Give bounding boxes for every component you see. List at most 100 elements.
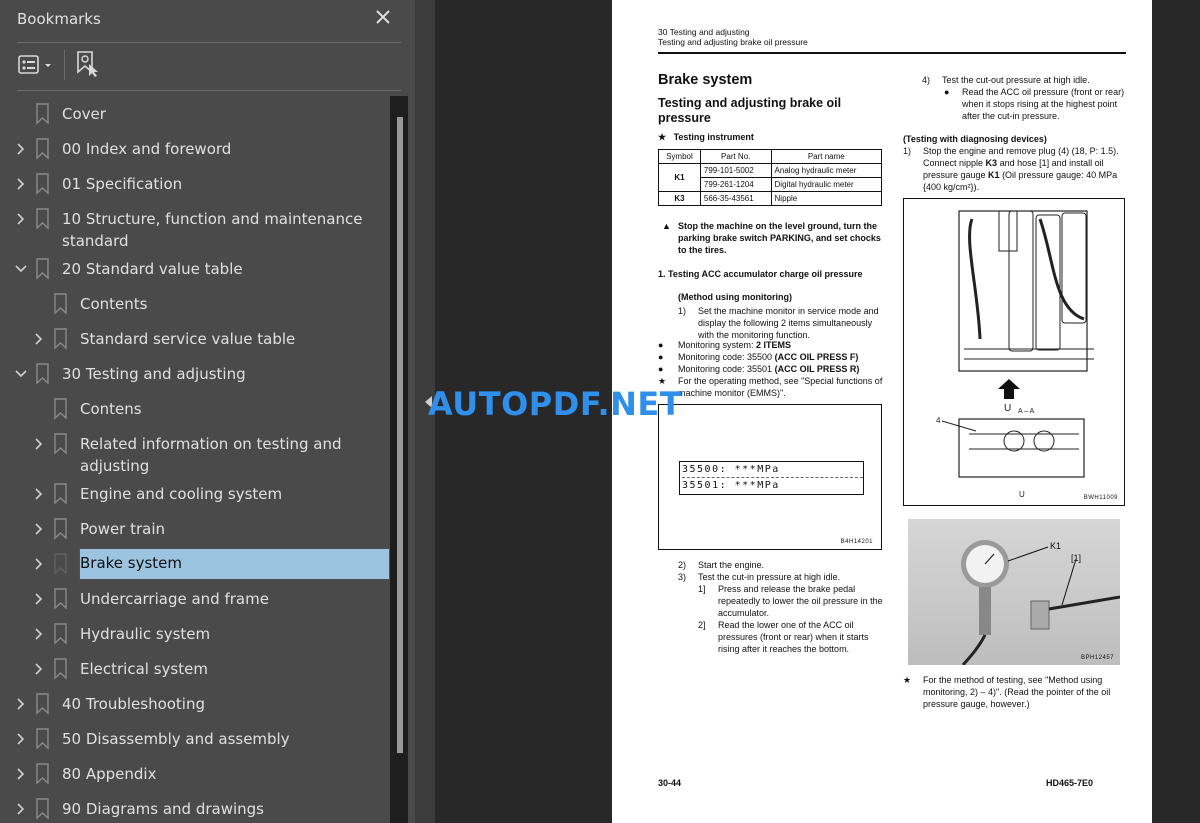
bookmark-icon [35, 693, 51, 715]
bookmark-label: Undercarriage and frame [80, 590, 269, 608]
k1-label: K1 [1050, 541, 1061, 551]
subsection-title: Testing and adjusting brake oil pressure [658, 96, 842, 125]
step2-text: Start the engine. [698, 560, 765, 570]
col-header: Symbol [658, 149, 701, 164]
chevron-right-icon[interactable] [32, 588, 46, 610]
lcd-line: 35501: ***MPa [682, 480, 780, 491]
bookmark-icon [35, 363, 51, 385]
scrollbar-thumb[interactable] [397, 117, 403, 753]
model-code: HD465-7E0 [1046, 778, 1094, 788]
bookmark-icon [53, 328, 69, 350]
cell-part-name: Digital hydraulic meter [770, 177, 883, 192]
bookmark-icon [35, 798, 51, 820]
chevron-down-icon[interactable] [14, 363, 28, 385]
instrument-label: Testing instrument [673, 132, 754, 142]
divider [17, 42, 401, 43]
step1-1: 1) Set the machine monitor in service mo… [678, 305, 882, 341]
monitoring-bullets: ● Monitoring system: 2 ITEMS ● Monitoring … [658, 339, 884, 399]
valve-drawing: U A – A 4 U [936, 210, 1094, 499]
toolbar-separator [64, 50, 65, 80]
lcd-display: 35500: ***MPa 35501: ***MPa [679, 461, 864, 495]
bookmark-label: Power train [80, 520, 166, 538]
watermark: AUTOPDF.NET [428, 385, 683, 423]
panel-title: Bookmarks [17, 10, 101, 28]
chevron-right-icon[interactable] [14, 798, 28, 820]
bookmark-label: Contents [80, 295, 148, 313]
chevron-right-icon[interactable] [14, 173, 28, 195]
bookmark-label: Standard service value table [80, 330, 296, 348]
bookmark-icon [35, 208, 51, 230]
star-icon: ★ [658, 132, 667, 142]
chevron-right-icon[interactable] [32, 328, 46, 350]
bookmark-label: 10 Structure, function and maintenance s… [62, 210, 363, 250]
bookmark-icon [35, 173, 51, 195]
options-menu-button[interactable] [18, 54, 58, 81]
bookmark-label: 40 Troubleshooting [62, 695, 206, 713]
star-note-2: ★ For the method of testing, see "Method … [903, 675, 1111, 709]
figure-code: BPH12457 [1080, 655, 1114, 661]
bookmarks-toolbar [0, 44, 415, 90]
bookmark-label: Related information on testing and adjus… [80, 435, 342, 475]
bookmark-label: 20 Standard value table [62, 260, 243, 278]
bookmark-label: Engine and cooling system [80, 485, 283, 503]
pressure-gauge-photo: K1 [1] BPH12457 [908, 519, 1121, 666]
table-row: K3 566-35-43561 Nipple [658, 191, 883, 206]
header-topic: Testing and adjusting brake oil pressure [658, 36, 808, 47]
figure-code: BWH11009 [1083, 495, 1118, 501]
bookmarks-panel: Bookmarks Cover 00 Index and foreword 01 S… [0, 0, 415, 823]
bookmark-label: Hydraulic system [80, 625, 211, 643]
step3-text: Test the cut-in pressure at high idle. [698, 572, 841, 582]
bookmark-label: 80 Appendix [62, 765, 157, 783]
bookmark-icon [35, 763, 51, 785]
warning-note: ▲ Stop the machine on the level ground, … [662, 220, 884, 256]
step3-2-text: Read the lower one of the ACC oil pressu… [718, 620, 869, 654]
warning-icon: ▲ [662, 221, 671, 231]
brake-valve-diagram: U A – A 4 U BWH11009 [903, 198, 1125, 506]
instrument-heading: ★ Testing instrument [658, 131, 754, 143]
diag-title: (Testing with diagnosing devices) [903, 134, 1047, 144]
step4: 4) Test the cut-out pressure at high idle… [922, 75, 1125, 121]
find-current-bookmark-button[interactable] [76, 50, 102, 83]
bookmarks-header: Bookmarks [0, 0, 415, 40]
table-row: K1 799-101-5002 Analog hydraulic meter [658, 163, 883, 192]
step4-text: Test the cut-out pressure at high idle. [942, 75, 1090, 85]
bookmark-icon [53, 483, 69, 505]
chevron-right-icon[interactable] [32, 553, 46, 575]
chevron-right-icon[interactable] [32, 483, 46, 505]
hose-label: [1] [1071, 553, 1081, 563]
chevron-right-icon[interactable] [14, 693, 28, 715]
bullet-item: ● Monitoring system: 2 ITEMS [658, 340, 792, 350]
cell-part-name: Nipple [770, 191, 883, 206]
cell-part-name: Analog hydraulic meter [770, 163, 883, 178]
col-header: Part No. [699, 149, 772, 164]
document-page: 30 Testing and adjusting Testing and adj… [612, 0, 1152, 823]
bookmark-icon [53, 658, 69, 680]
bookmark-tree: Cover 00 Index and foreword 01 Specificati… [0, 96, 395, 823]
header-rule [658, 52, 1126, 54]
chevron-right-icon[interactable] [14, 208, 28, 230]
bookmark-icon [35, 258, 51, 280]
svg-text:U: U [1019, 490, 1025, 499]
chevron-right-icon[interactable] [32, 623, 46, 645]
bookmark-label: Contens [80, 400, 142, 418]
close-icon[interactable] [373, 7, 393, 29]
chevron-right-icon[interactable] [32, 518, 46, 540]
diag-step1: 1) Stop the engine and remove plug (4) (1… [903, 146, 1119, 192]
chevron-down-icon[interactable] [14, 258, 28, 280]
divider [17, 90, 401, 91]
lcd-line: 35500: ***MPa [682, 462, 863, 478]
chevron-right-icon[interactable] [14, 728, 28, 750]
step1-method: (Method using monitoring) [678, 292, 792, 302]
chevron-right-icon[interactable] [32, 658, 46, 680]
chevron-right-icon[interactable] [14, 138, 28, 160]
part-4-label: 4 [936, 416, 941, 425]
monitor-display-figure: 35500: ***MPa 35501: ***MPa B4H14201 [658, 404, 882, 550]
step1-title: 1. Testing ACC accumulator charge oil pr… [658, 269, 863, 279]
chevron-right-icon[interactable] [14, 763, 28, 785]
bookmark-icon [53, 518, 69, 540]
parts-table: Symbol Part No. Part name K1 799-101-500… [658, 149, 883, 206]
chevron-right-icon[interactable] [32, 433, 46, 455]
warning-text: Stop the machine on the level ground, tu… [678, 221, 881, 255]
bookmark-icon [35, 138, 51, 160]
bookmark-icon [53, 293, 69, 315]
